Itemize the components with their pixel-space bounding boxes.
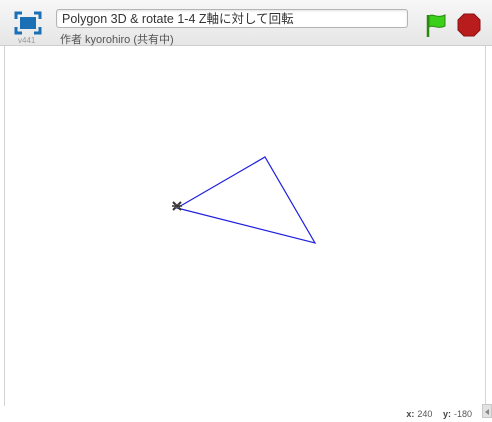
stop-icon	[457, 13, 481, 37]
x-value: 240	[417, 409, 433, 419]
sprite-costume	[172, 201, 182, 211]
version-label: v441	[18, 36, 36, 45]
stage-resize-button[interactable]	[482, 404, 492, 418]
triangle-left-icon	[485, 409, 489, 415]
author-label: 作者 kyorohiro (共有中)	[60, 34, 174, 46]
status-bar: x: 240 y: -180	[0, 406, 492, 422]
y-value: -180	[453, 409, 472, 419]
project-title-field[interactable]: Polygon 3D & rotate 1-4 Z軸に対して回転	[56, 9, 408, 28]
x-label: x:	[406, 409, 415, 419]
mouse-coordinates: x: 240 y: -180	[406, 409, 472, 419]
scratch-player: v441 Polygon 3D & rotate 1-4 Z軸に対して回転 作者…	[0, 0, 492, 422]
stop-button[interactable]	[457, 13, 481, 37]
green-flag-icon	[426, 14, 446, 37]
player-header: v441 Polygon 3D & rotate 1-4 Z軸に対して回転 作者…	[0, 0, 492, 46]
fullscreen-icon	[14, 11, 42, 35]
y-label: y:	[442, 409, 451, 419]
blue-triangle	[175, 156, 317, 244]
green-flag-button[interactable]	[424, 12, 448, 38]
stage-canvas[interactable]	[4, 46, 486, 406]
fullscreen-button[interactable]	[14, 11, 42, 35]
